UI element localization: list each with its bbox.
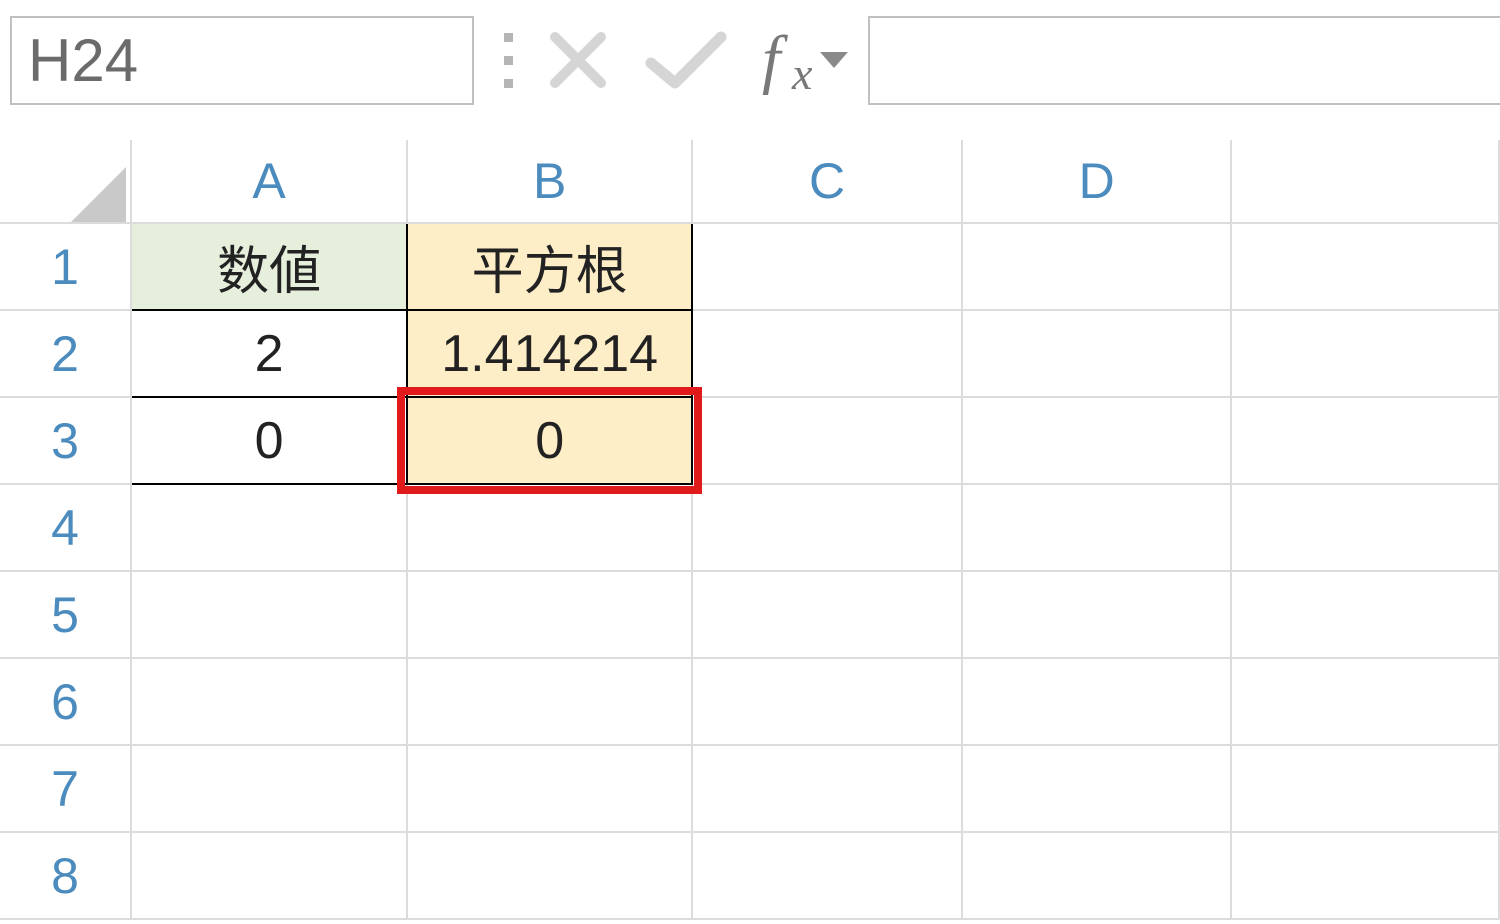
cell-D5[interactable] <box>962 571 1232 658</box>
cell-B2[interactable]: 1.414214 <box>407 310 692 397</box>
check-icon <box>643 25 728 95</box>
cell-B3[interactable]: 0 <box>407 397 692 484</box>
cell-C7[interactable] <box>692 745 962 832</box>
column-header-B[interactable]: B <box>407 140 692 223</box>
cell-B6[interactable] <box>407 658 692 745</box>
row-header-8[interactable]: 8 <box>0 832 131 919</box>
cell-A8[interactable] <box>131 832 407 919</box>
cell-B7[interactable] <box>407 745 692 832</box>
fx-icon: f x <box>758 23 838 98</box>
cell-E5[interactable] <box>1231 571 1499 658</box>
spreadsheet-grid[interactable]: A B C D 1 数値 平方根 2 2 1.414214 <box>0 140 1500 920</box>
cell-B5[interactable] <box>407 571 692 658</box>
name-box[interactable] <box>10 16 474 105</box>
cell-C2[interactable] <box>692 310 962 397</box>
select-all-icon <box>71 167 126 222</box>
cell-A5[interactable] <box>131 571 407 658</box>
row-header-7[interactable]: 7 <box>0 745 131 832</box>
row-header-4[interactable]: 4 <box>0 484 131 571</box>
cell-E8[interactable] <box>1231 832 1499 919</box>
row-header-2[interactable]: 2 <box>0 310 131 397</box>
cell-E2[interactable] <box>1231 310 1499 397</box>
cell-A4[interactable] <box>131 484 407 571</box>
insert-function-button[interactable]: f x <box>758 18 838 103</box>
column-header-E[interactable] <box>1231 140 1499 223</box>
formula-input[interactable] <box>886 30 1500 90</box>
cell-A6[interactable] <box>131 658 407 745</box>
x-icon <box>543 25 613 95</box>
cancel-button[interactable] <box>543 18 613 103</box>
formula-bar-grip-icon <box>504 33 513 88</box>
column-header-C[interactable]: C <box>692 140 962 223</box>
enter-button[interactable] <box>643 18 728 103</box>
cell-B4[interactable] <box>407 484 692 571</box>
row-header-3[interactable]: 3 <box>0 397 131 484</box>
column-header-D[interactable]: D <box>962 140 1232 223</box>
cell-C8[interactable] <box>692 832 962 919</box>
cell-C3[interactable] <box>692 397 962 484</box>
formula-bar: f x <box>0 0 1500 120</box>
cell-D3[interactable] <box>962 397 1232 484</box>
cell-A1[interactable]: 数値 <box>131 223 407 310</box>
select-all-corner[interactable] <box>0 140 131 223</box>
row-header-5[interactable]: 5 <box>0 571 131 658</box>
cell-E4[interactable] <box>1231 484 1499 571</box>
cell-A3[interactable]: 0 <box>131 397 407 484</box>
cell-C1[interactable] <box>692 223 962 310</box>
cell-B1[interactable]: 平方根 <box>407 223 692 310</box>
cell-D6[interactable] <box>962 658 1232 745</box>
cell-B8[interactable] <box>407 832 692 919</box>
cell-E1[interactable] <box>1231 223 1499 310</box>
cell-D7[interactable] <box>962 745 1232 832</box>
row-header-6[interactable]: 6 <box>0 658 131 745</box>
cell-E7[interactable] <box>1231 745 1499 832</box>
cell-C5[interactable] <box>692 571 962 658</box>
cell-C4[interactable] <box>692 484 962 571</box>
formula-input-wrap[interactable] <box>868 16 1500 105</box>
svg-text:f: f <box>762 23 788 96</box>
cell-D2[interactable] <box>962 310 1232 397</box>
column-header-A[interactable]: A <box>131 140 407 223</box>
cell-A2[interactable]: 2 <box>131 310 407 397</box>
cell-D4[interactable] <box>962 484 1232 571</box>
cell-C6[interactable] <box>692 658 962 745</box>
cell-D1[interactable] <box>962 223 1232 310</box>
cell-D8[interactable] <box>962 832 1232 919</box>
cell-E6[interactable] <box>1231 658 1499 745</box>
cell-A7[interactable] <box>131 745 407 832</box>
row-header-1[interactable]: 1 <box>0 223 131 310</box>
svg-text:x: x <box>791 48 813 98</box>
cell-E3[interactable] <box>1231 397 1499 484</box>
